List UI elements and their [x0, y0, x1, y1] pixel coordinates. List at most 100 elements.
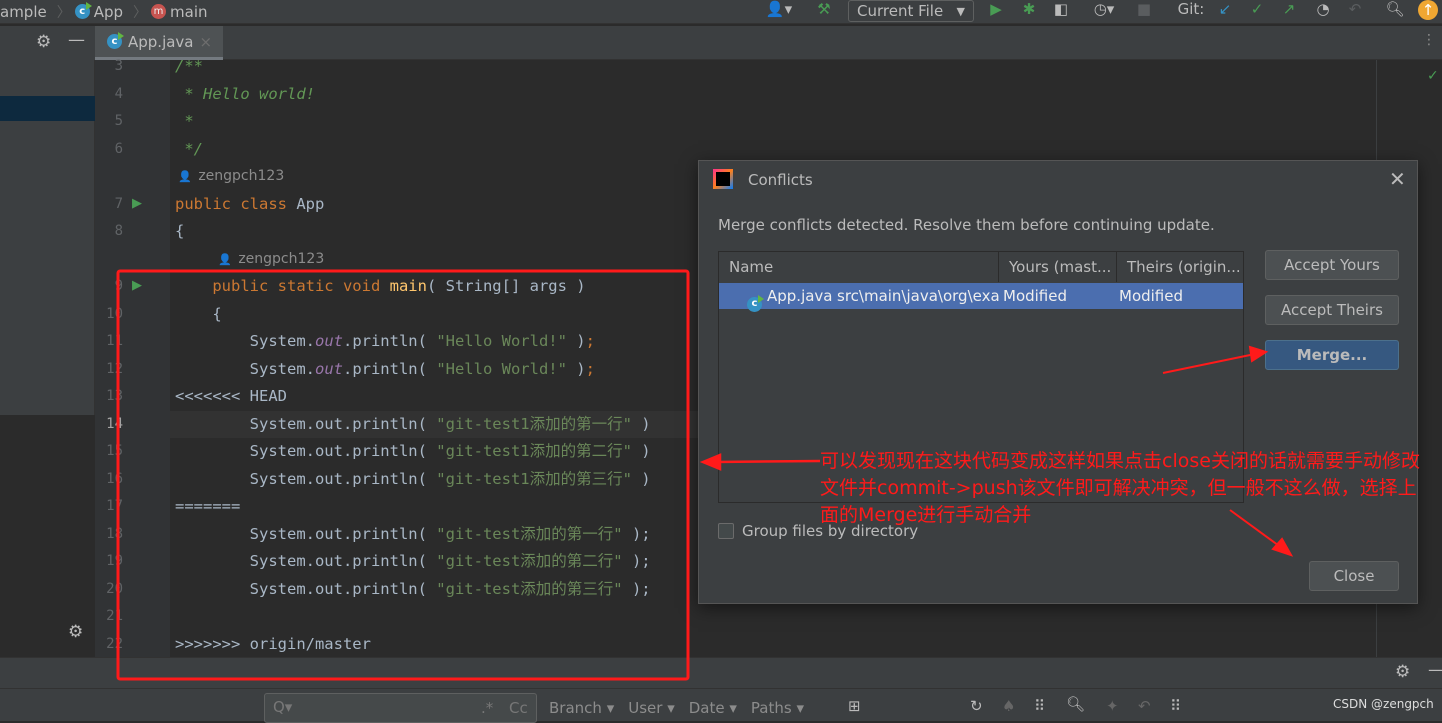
code-token: {: [175, 304, 222, 323]
close-tab-icon[interactable]: ×: [200, 33, 213, 51]
code-token: "git-test1添加的第一行": [436, 414, 632, 433]
grid-options-icon[interactable]: ⠿: [1170, 697, 1181, 715]
code-token: out: [314, 332, 343, 350]
code-token: System.out.println(: [175, 524, 437, 543]
code-token: );: [622, 579, 651, 598]
code-token: System.: [175, 359, 315, 378]
search-icon: Q▾: [273, 698, 293, 716]
code-token: "Hello World!": [436, 359, 567, 378]
code-token: >>>>>>> origin/master: [175, 634, 371, 653]
search-icon[interactable]: 🔍︎: [1066, 695, 1085, 713]
close-icon[interactable]: ✕: [1389, 167, 1406, 191]
run-config-dropdown[interactable]: Current File ▼: [848, 0, 974, 22]
code-token: ;: [585, 332, 595, 350]
merge-button[interactable]: Merge...: [1265, 340, 1399, 370]
debug-bug-icon[interactable]: ✱: [1018, 0, 1040, 18]
more-options-icon[interactable]: ⋮: [1422, 32, 1436, 48]
line-number: 20: [106, 580, 123, 597]
history-icon[interactable]: ◔: [1312, 0, 1334, 18]
line-number: [95, 163, 123, 191]
run-gutter-icon[interactable]: ▶: [132, 278, 142, 293]
code-token: );: [622, 524, 651, 543]
git-push-icon[interactable]: ↗: [1278, 0, 1300, 18]
gear-icon[interactable]: ⚙: [1395, 662, 1410, 682]
code-token: ): [566, 359, 586, 378]
coverage-icon[interactable]: ◧: [1050, 0, 1072, 18]
code-line: */: [175, 136, 203, 164]
git-label: Git:: [1177, 0, 1205, 18]
line-number: 8: [114, 223, 123, 239]
search-icon[interactable]: 🔍︎: [1384, 0, 1406, 18]
run-icon[interactable]: ▶: [986, 0, 1006, 18]
user-icon[interactable]: 👤▾: [762, 0, 796, 18]
author-name[interactable]: zengpch123: [238, 251, 324, 267]
code-token: ( String[] args ): [426, 277, 586, 295]
tool-window-header: ⚙ —: [0, 657, 1442, 688]
breadcrumb-project[interactable]: ample: [0, 3, 47, 21]
grid-options-icon[interactable]: ⠿: [1034, 697, 1045, 715]
code-line: System.out.println( "git-test添加的第一行" );: [175, 521, 651, 549]
stop-icon[interactable]: ■: [1136, 0, 1152, 18]
code-token: System.out.println(: [175, 579, 437, 598]
column-name[interactable]: Name: [719, 252, 999, 282]
gear-icon[interactable]: ⚙: [68, 622, 83, 642]
close-button[interactable]: Close: [1309, 561, 1399, 591]
line-number: 15: [106, 443, 123, 459]
profile-icon[interactable]: ◷▾: [1082, 0, 1126, 18]
code-line: {: [175, 218, 184, 246]
run-gutter-icon[interactable]: ▶: [132, 196, 142, 211]
line-number: 4: [114, 85, 123, 102]
pin-icon[interactable]: ✦: [1106, 697, 1119, 715]
breadcrumb-separator: 〉: [133, 4, 148, 21]
log-search-input[interactable]: Q▾ .* Cc: [264, 693, 537, 723]
code-line: System.out.println( "Hello World!" );: [175, 356, 595, 384]
column-yours[interactable]: Yours (mast...: [999, 252, 1117, 282]
new-tab-icon[interactable]: ⊞: [848, 697, 861, 715]
code-line: public static void main( String[] args ): [175, 273, 586, 301]
column-theirs[interactable]: Theirs (origin...: [1117, 252, 1245, 282]
git-commit-icon[interactable]: ✓: [1246, 0, 1268, 18]
line-number: 18: [106, 525, 123, 542]
breadcrumb-separator: 〉: [56, 4, 71, 21]
rollback-icon[interactable]: ↶: [1344, 0, 1366, 18]
accept-yours-button[interactable]: Accept Yours: [1265, 250, 1399, 280]
branch-filter[interactable]: Branch ▾: [549, 699, 614, 717]
match-case-toggle[interactable]: Cc: [509, 699, 528, 717]
gear-icon[interactable]: ⚙: [36, 32, 51, 52]
line-number: 11: [106, 333, 123, 349]
checkbox-box[interactable]: [718, 523, 734, 539]
cherry-pick-icon[interactable]: ♠: [1002, 697, 1015, 715]
code-token: */: [175, 139, 203, 158]
class-icon: c: [747, 294, 764, 312]
line-number: 21: [106, 608, 123, 624]
selected-tree-item[interactable]: [0, 96, 95, 121]
build-hammer-icon[interactable]: ⚒: [812, 0, 836, 18]
breadcrumb-method[interactable]: m main: [151, 3, 208, 21]
undo-icon[interactable]: ↶: [1138, 697, 1151, 715]
class-icon: c: [107, 32, 124, 49]
git-update-icon[interactable]: ↙: [1214, 0, 1236, 18]
code-line: <<<<<<< HEAD: [175, 383, 287, 411]
hide-panel-icon[interactable]: —: [68, 30, 85, 50]
update-available-icon[interactable]: ↑: [1418, 0, 1438, 20]
paths-filter[interactable]: Paths ▾: [751, 699, 804, 717]
hide-panel-icon[interactable]: —: [1428, 660, 1442, 680]
code-token: .println(: [342, 332, 437, 350]
breadcrumb-class[interactable]: c App: [74, 2, 123, 21]
chevron-down-icon: ▼: [956, 4, 965, 18]
code-token: *: [175, 112, 194, 130]
code-line: {: [175, 301, 222, 329]
accept-theirs-button[interactable]: Accept Theirs: [1265, 295, 1399, 325]
method-icon: m: [151, 4, 167, 19]
regex-toggle[interactable]: .*: [481, 699, 493, 717]
author-name[interactable]: zengpch123: [198, 168, 284, 184]
code-token: "git-test添加的第二行": [436, 552, 623, 570]
table-row[interactable]: c App.java src\main\java\org\exa Modifie…: [719, 283, 1243, 312]
refresh-icon[interactable]: ↻: [970, 697, 983, 715]
git-log-toolbar: Q▾ .* Cc Branch ▾ User ▾ Date ▾ Paths ▾ …: [0, 688, 1442, 723]
line-number: 7: [114, 195, 123, 212]
user-filter[interactable]: User ▾: [628, 699, 675, 717]
line-number: 19: [106, 553, 123, 569]
date-filter[interactable]: Date ▾: [689, 699, 737, 717]
code-token: ): [631, 414, 651, 433]
